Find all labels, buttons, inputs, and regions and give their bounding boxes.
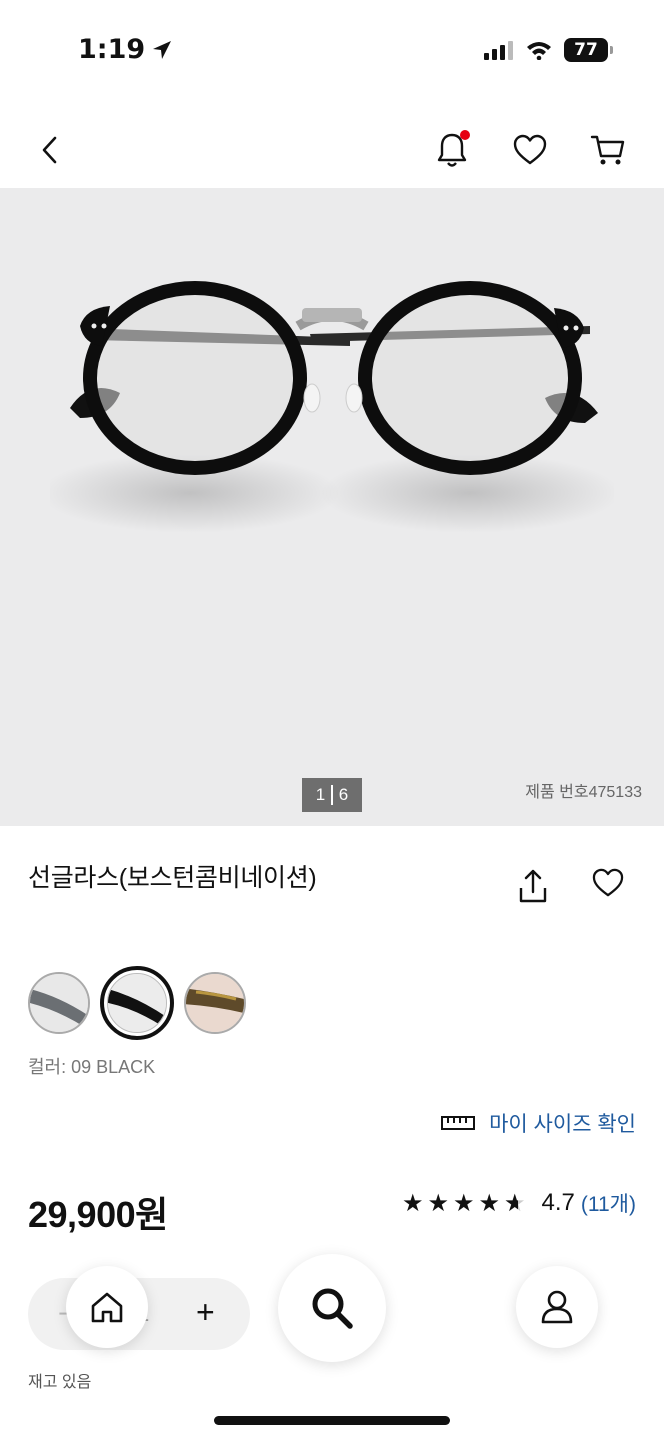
search-button[interactable]	[278, 1254, 386, 1362]
home-indicator	[214, 1416, 450, 1425]
nav-actions	[432, 128, 628, 172]
wifi-icon	[527, 42, 551, 60]
cart-icon	[590, 135, 625, 165]
heart-icon	[513, 134, 547, 165]
cellular-signal-icon	[484, 41, 513, 60]
status-time: 1:19	[78, 34, 146, 65]
review-count-link[interactable]: (11개)	[581, 1188, 636, 1218]
cart-button[interactable]	[588, 128, 628, 172]
user-icon	[541, 1290, 573, 1324]
swatch-gray-image	[30, 974, 88, 1032]
ruler-icon	[441, 1116, 476, 1130]
product-number: 제품 번호475133	[525, 784, 642, 801]
swatch-black-inner	[107, 973, 167, 1033]
account-button[interactable]	[516, 1266, 598, 1348]
product-glasses-image	[50, 281, 614, 533]
swatch-black-image	[108, 974, 166, 1032]
home-icon	[91, 1292, 123, 1323]
battery-indicator: 77	[564, 38, 613, 62]
size-check-link[interactable]: 마이 사이즈 확인	[441, 1108, 636, 1138]
selected-color-label: 컬러: 09 BLACK	[28, 1057, 156, 1077]
location-arrow-icon	[153, 40, 172, 59]
share-icon	[519, 869, 547, 903]
share-button[interactable]	[518, 868, 558, 912]
rating-value: 4.7	[541, 1189, 575, 1216]
pager-current: 1	[315, 785, 326, 804]
color-swatch-black[interactable]	[100, 966, 174, 1040]
status-indicators: 77	[484, 38, 613, 62]
notifications-button[interactable]	[432, 128, 472, 172]
color-swatch-gray[interactable]	[28, 972, 90, 1034]
status-time-group: 1:19	[78, 34, 173, 65]
quantity-increase-button[interactable]: +	[196, 1294, 215, 1331]
favorite-button[interactable]	[592, 868, 634, 910]
home-button[interactable]	[66, 1266, 148, 1348]
search-icon	[312, 1288, 353, 1329]
wishlist-button[interactable]	[510, 128, 550, 172]
top-nav-bar	[0, 110, 664, 188]
status-bar: 1:19 77	[0, 0, 664, 100]
pager-divider	[331, 785, 333, 805]
image-pager: 1 6	[302, 778, 362, 812]
color-swatch-list	[28, 966, 246, 1040]
rating-summary[interactable]: ★★★★★★ 4.7 (11개)	[402, 1188, 636, 1218]
partial-star-icon: ★★	[504, 1189, 530, 1217]
product-price: 29,900원	[28, 1194, 168, 1235]
back-button[interactable]	[30, 128, 70, 172]
swatch-brown-image	[186, 974, 244, 1032]
full-stars: ★★★★	[401, 1189, 504, 1217]
notification-badge	[460, 130, 470, 140]
chevron-left-icon	[42, 136, 57, 164]
stock-status: 재고 있음	[28, 1374, 92, 1391]
product-title: 선글라스(보스턴콤비네이션)	[28, 864, 317, 892]
product-image-carousel[interactable]: 1 6 제품 번호475133	[0, 188, 664, 826]
color-swatch-brown[interactable]	[184, 972, 246, 1034]
pager-total: 6	[338, 785, 349, 804]
heart-icon	[592, 868, 624, 897]
size-check-label: 마이 사이즈 확인	[489, 1113, 636, 1136]
rating-stars: ★★★★★★	[402, 1189, 530, 1217]
